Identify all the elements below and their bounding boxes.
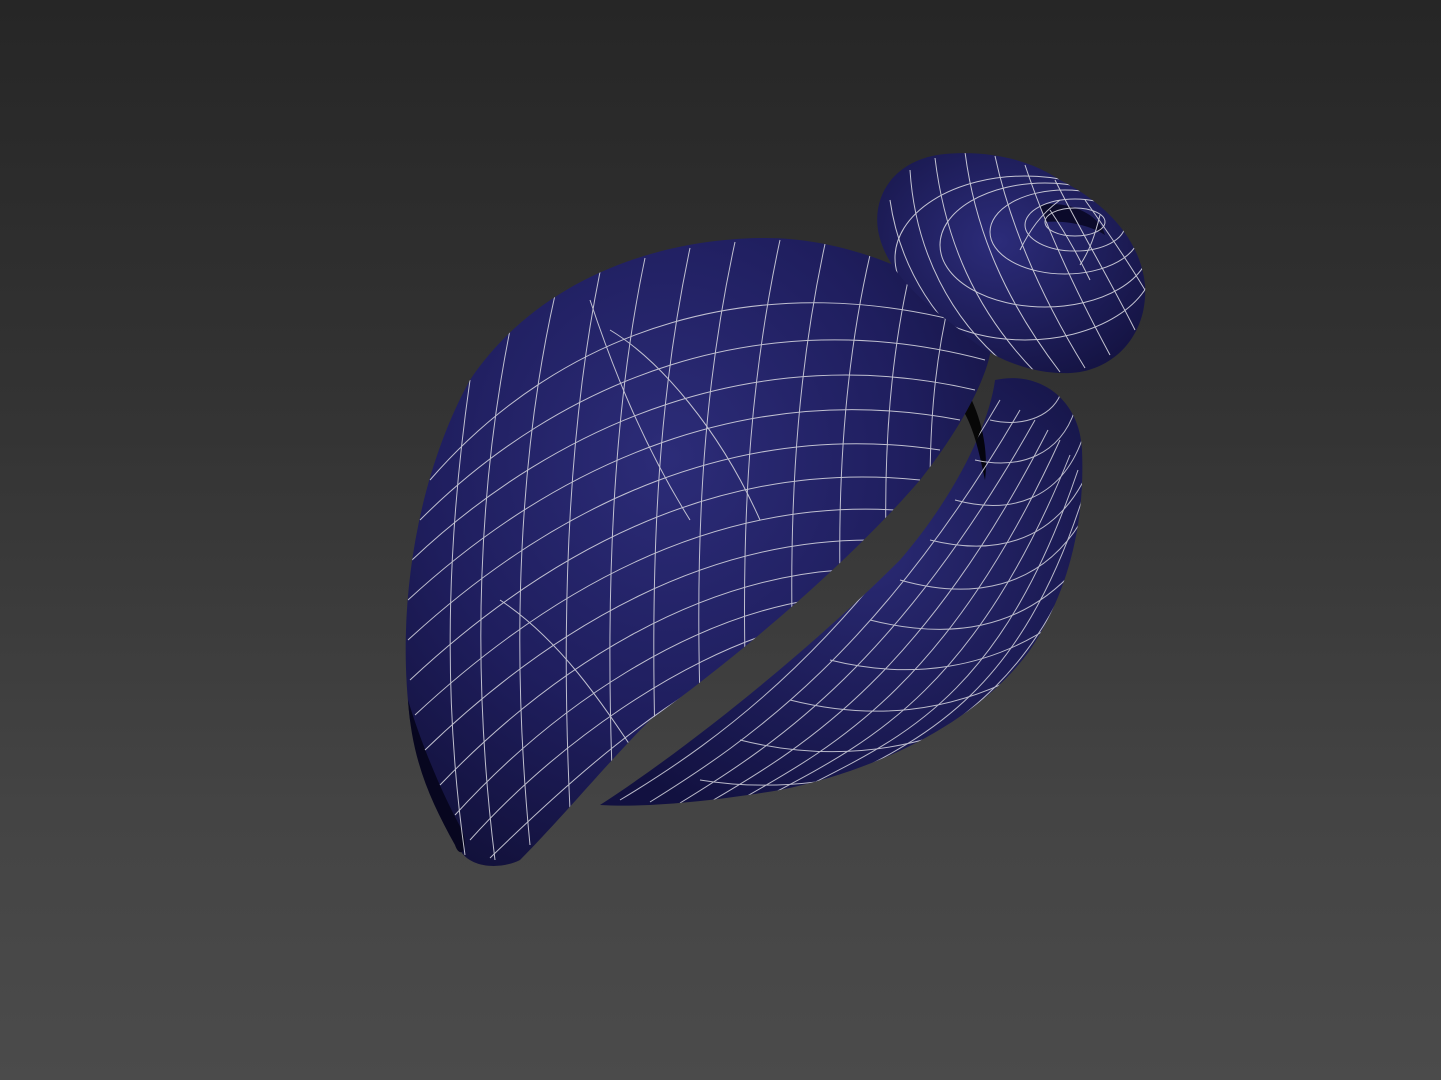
3d-viewport[interactable] — [0, 0, 1441, 1080]
turban-model[interactable] — [0, 0, 1441, 1080]
